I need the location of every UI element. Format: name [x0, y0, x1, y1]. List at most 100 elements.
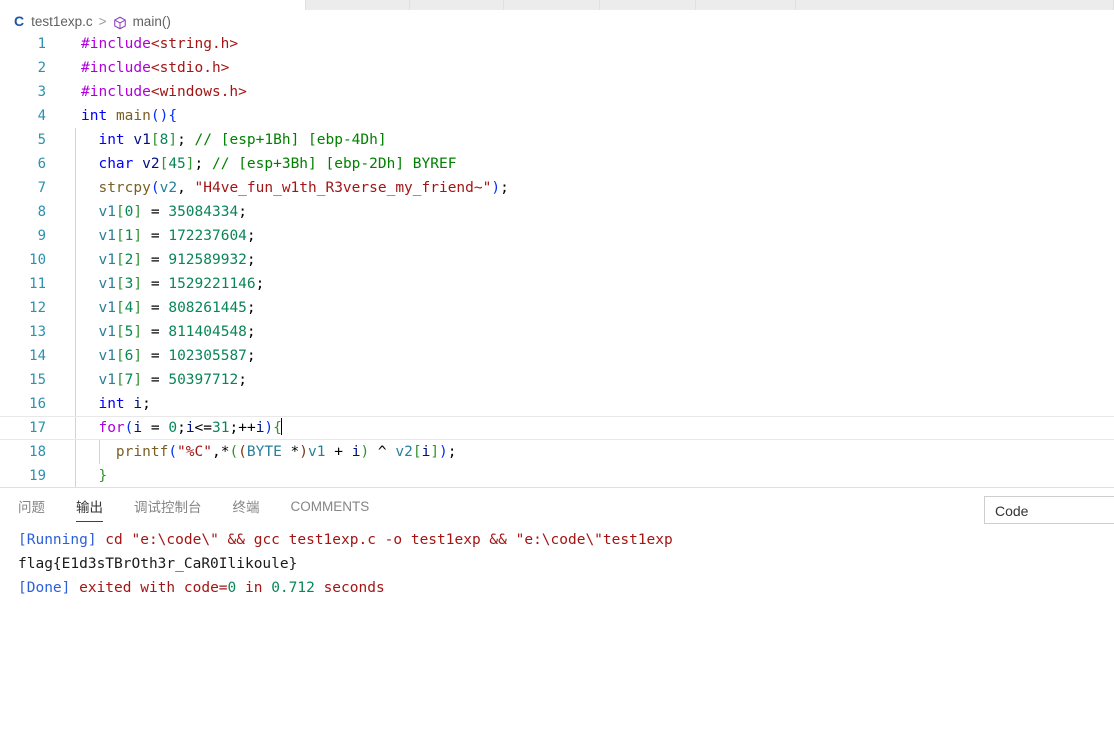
- code-text: v1[5] = 811404548;: [81, 320, 255, 344]
- code-line[interactable]: 9 v1[1] = 172237604;: [0, 224, 1114, 248]
- indent-guide: [75, 392, 76, 416]
- code-text: #include<stdio.h>: [81, 56, 229, 80]
- code-token: ;: [500, 180, 509, 196]
- code-text: printf("%C",*((BYTE *)v1 + i) ^ v2[i]);: [81, 440, 457, 464]
- output-token: seconds: [314, 580, 385, 596]
- code-token: ]: [185, 156, 195, 172]
- output-content[interactable]: [Running] cd "e:\code\" && gcc test1exp.…: [0, 523, 1114, 600]
- code-line[interactable]: 16 int i;: [0, 392, 1114, 416]
- code-token: 172237604: [168, 228, 247, 244]
- code-token: ;: [194, 156, 212, 172]
- code-token: ]: [133, 372, 143, 388]
- text-cursor: [280, 418, 282, 435]
- code-line[interactable]: 7 strcpy(v2, "H4ve_fun_w1th_R3verse_my_f…: [0, 176, 1114, 200]
- tab-7[interactable]: [796, 0, 1114, 10]
- code-text: v1[0] = 35084334;: [81, 200, 246, 224]
- tab-problems[interactable]: 问题: [18, 496, 45, 521]
- tab-active[interactable]: [0, 0, 306, 10]
- code-token: v1: [98, 300, 116, 316]
- code-line[interactable]: 2 #include<stdio.h>: [0, 56, 1114, 80]
- tab-comments[interactable]: COMMENTS: [291, 499, 370, 519]
- code-line[interactable]: 13 v1[5] = 811404548;: [0, 320, 1114, 344]
- code-token: strcpy: [98, 180, 151, 196]
- line-number: 18: [29, 444, 46, 460]
- code-token: main: [115, 108, 151, 124]
- code-token: ): [491, 180, 501, 196]
- code-token: [: [150, 132, 160, 148]
- tab-5[interactable]: [600, 0, 696, 10]
- tab-debug-console[interactable]: 调试控制台: [134, 496, 202, 521]
- code-token: =: [142, 372, 169, 388]
- tab-terminal[interactable]: 终端: [233, 496, 260, 521]
- tab-4[interactable]: [504, 0, 600, 10]
- code-line[interactable]: 15 v1[7] = 50397712;: [0, 368, 1114, 392]
- tab-output[interactable]: 输出: [76, 496, 103, 522]
- tab-6[interactable]: [696, 0, 796, 10]
- code-text: int v1[8]; // [esp+1Bh] [ebp-4Dh]: [81, 128, 387, 152]
- code-line[interactable]: 5 int v1[8]; // [esp+1Bh] [ebp-4Dh]: [0, 128, 1114, 152]
- code-token: 102305587: [168, 348, 247, 364]
- code-line[interactable]: 19 }: [0, 464, 1114, 487]
- code-line[interactable]: 10 v1[2] = 912589932;: [0, 248, 1114, 272]
- code-line[interactable]: 17 for(i = 0;i<=31;++i){: [0, 416, 1114, 440]
- line-number: 14: [29, 348, 46, 364]
- output-channel-select[interactable]: Code: [984, 496, 1114, 524]
- tab-2[interactable]: [306, 0, 410, 10]
- indent-guide: [75, 320, 76, 344]
- code-token: ): [299, 444, 309, 460]
- breadcrumb-file[interactable]: test1exp.c: [31, 14, 93, 29]
- code-line[interactable]: 3 #include<windows.h>: [0, 80, 1114, 104]
- output-token: in: [236, 580, 272, 596]
- indent-guide: [75, 128, 76, 152]
- code-token: ]: [133, 348, 143, 364]
- code-token: v1: [308, 444, 326, 460]
- code-token: // [esp+1Bh] [ebp-4Dh]: [194, 132, 387, 148]
- indent-guide: [75, 224, 76, 248]
- code-line[interactable]: 14 v1[6] = 102305587;: [0, 344, 1114, 368]
- code-text: v1[1] = 172237604;: [81, 224, 255, 248]
- breadcrumb-symbol[interactable]: main(): [133, 14, 171, 29]
- line-number: 19: [29, 468, 46, 484]
- code-line[interactable]: 6 char v2[45]; // [esp+3Bh] [ebp-2Dh] BY…: [0, 152, 1114, 176]
- line-number: 15: [29, 372, 46, 388]
- code-token: char: [98, 156, 134, 172]
- code-line[interactable]: 12 v1[4] = 808261445;: [0, 296, 1114, 320]
- output-token: exited with code=: [70, 580, 228, 596]
- code-token: // [esp+3Bh] [ebp-2Dh] BYREF: [212, 156, 457, 172]
- code-token: int: [98, 396, 125, 412]
- code-token: ,: [177, 180, 195, 196]
- code-token: ): [264, 420, 274, 436]
- line-number: 5: [37, 132, 46, 148]
- code-line[interactable]: 8 v1[0] = 35084334;: [0, 200, 1114, 224]
- output-token: [Done]: [18, 580, 71, 596]
- code-token: ;++: [229, 420, 256, 436]
- code-token: ]: [133, 324, 143, 340]
- code-token: #include: [81, 36, 151, 52]
- line-number: 16: [29, 396, 46, 412]
- output-token: cd "e:\code\" && gcc test1exp.c -o test1…: [96, 532, 673, 548]
- indent-guide: [75, 296, 76, 320]
- code-editor[interactable]: 1 #include<string.h> 2 #include<stdio.h> 3 #i…: [0, 32, 1114, 487]
- code-token: 50397712: [168, 372, 239, 388]
- code-text: }: [81, 464, 107, 487]
- code-line[interactable]: 18 printf("%C",*((BYTE *)v1 + i) ^ v2[i]…: [0, 440, 1114, 464]
- code-token: =: [142, 204, 169, 220]
- code-token: ]: [430, 444, 440, 460]
- code-token: [: [115, 252, 125, 268]
- code-token: #include: [81, 60, 151, 76]
- code-line[interactable]: 4 int main(){: [0, 104, 1114, 128]
- code-token: ): [360, 444, 370, 460]
- code-line[interactable]: 11 v1[3] = 1529221146;: [0, 272, 1114, 296]
- code-token: printf: [115, 444, 169, 460]
- code-token: =: [142, 420, 169, 436]
- editor-tab-strip[interactable]: [0, 0, 1114, 10]
- code-token: BYTE: [246, 444, 282, 460]
- tab-3[interactable]: [410, 0, 504, 10]
- code-line[interactable]: 1 #include<string.h>: [0, 32, 1114, 56]
